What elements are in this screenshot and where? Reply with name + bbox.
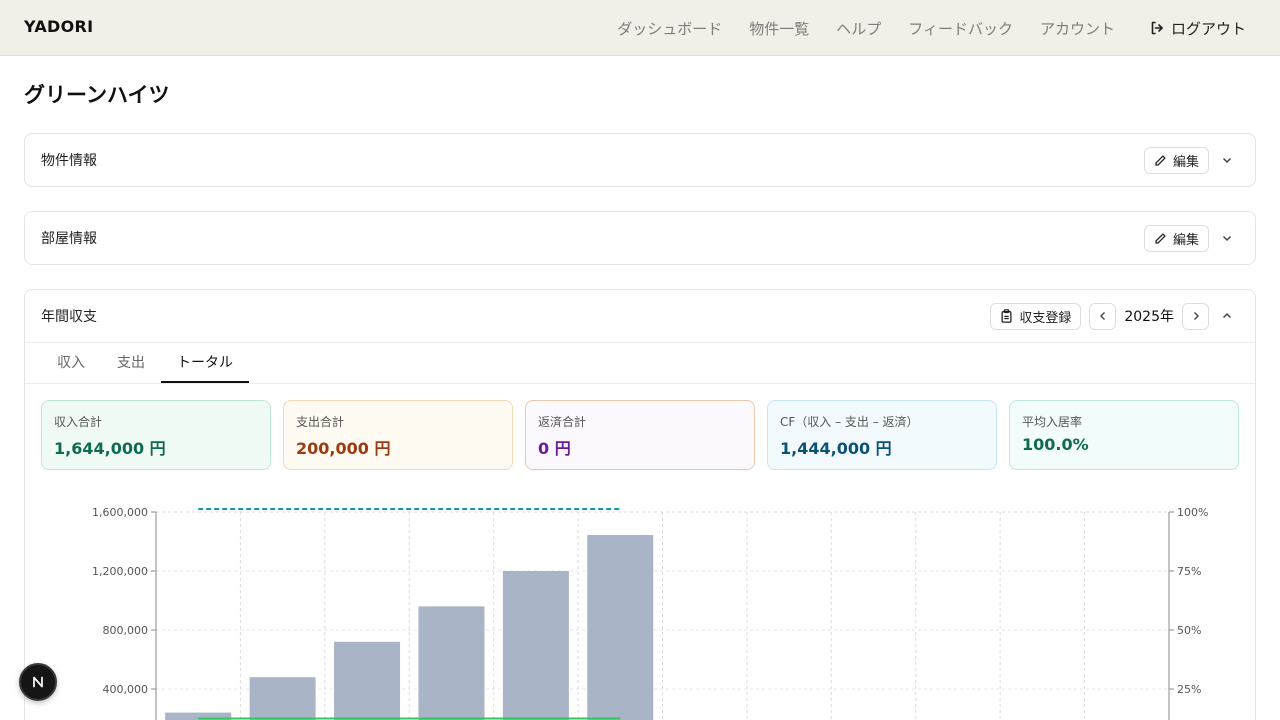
nav-properties[interactable]: 物件一覧 — [749, 18, 809, 39]
chart-bar — [502, 571, 569, 720]
pencil-icon — [1155, 232, 1166, 244]
main-nav: ダッシュボード 物件一覧 ヘルプ フィードバック アカウント ログアウト — [590, 0, 1246, 56]
room-info-header[interactable]: 部屋情報 編集 — [25, 212, 1255, 264]
tab-income[interactable]: 収入 — [41, 343, 101, 383]
stat-value: 1,444,000 円 — [780, 439, 892, 458]
chevron-down-icon[interactable] — [1215, 148, 1239, 172]
tab-expense[interactable]: 支出 — [101, 343, 161, 383]
stat-value: 1,644,000 円 — [54, 439, 166, 458]
stat-label: 返済合計 — [538, 415, 587, 429]
chart-bar — [249, 677, 316, 720]
nav-dashboard[interactable]: ダッシュボード — [617, 18, 722, 39]
nav-account[interactable]: アカウント — [1040, 18, 1115, 39]
stat-occupancy: 平均入居率 100.0% — [1009, 400, 1239, 470]
chart-bar — [418, 606, 485, 720]
balance-chart-svg: 400,000 800,000 1,200,000 1,600,000 25% 50% 75… — [92, 506, 1208, 720]
stat-label: 支出合計 — [296, 415, 345, 429]
year-label: 2025年 — [1124, 309, 1174, 325]
logout-label: ログアウト — [1170, 19, 1246, 38]
clipboard-icon — [1001, 309, 1012, 323]
register-balance-button[interactable]: 収支登録 — [990, 302, 1082, 330]
next-badge-button[interactable] — [19, 663, 57, 701]
stat-value: 0 円 — [538, 439, 571, 458]
page-title: グリーンハイツ — [24, 83, 170, 107]
stat-label: CF（収入 – 支出 – 返済） — [780, 415, 919, 429]
stat-label: 平均入居率 — [1022, 415, 1083, 429]
property-info-header[interactable]: 物件情報 編集 — [25, 134, 1255, 186]
stat-repayment-total: 返済合計 0 円 — [525, 400, 755, 470]
chevron-down-icon[interactable] — [1215, 226, 1239, 250]
stat-income-total: 収入合計 1,644,000 円 — [41, 400, 271, 470]
room-edit-label: 編集 — [1172, 232, 1199, 248]
y-tick-label: 800,000 — [103, 624, 149, 637]
register-balance-label: 収支登録 — [1019, 310, 1072, 326]
logout-button[interactable]: ログアウト — [1149, 18, 1246, 39]
y-tick-label: 1,600,000 — [92, 506, 148, 519]
annual-balance-card: 年間収支 収支登録 2025年 収入 支出 トータル 収入合計 1,644,00… — [24, 289, 1256, 720]
tab-total[interactable]: トータル — [161, 343, 249, 383]
property-info-title: 物件情報 — [41, 153, 97, 169]
annual-balance-title: 年間収支 — [41, 309, 97, 325]
prev-year-button[interactable] — [1089, 302, 1117, 330]
room-info-card: 部屋情報 編集 — [24, 211, 1256, 265]
chevron-right-icon — [1193, 312, 1199, 320]
balance-chart: 400,000 800,000 1,200,000 1,600,000 25% 50% 75… — [41, 490, 1241, 720]
y-tick-label: 400,000 — [103, 683, 149, 696]
property-edit-button[interactable]: 編集 — [1143, 146, 1209, 174]
property-info-card: 物件情報 編集 — [24, 133, 1256, 187]
y2-tick-label: 25% — [1177, 683, 1201, 696]
nav-help[interactable]: ヘルプ — [836, 18, 881, 39]
y2-tick-label: 75% — [1177, 565, 1201, 578]
stat-value: 100.0% — [1022, 435, 1089, 454]
n-logo-icon — [33, 676, 43, 688]
y-tick-label: 1,200,000 — [92, 565, 148, 578]
room-info-title: 部屋情報 — [41, 231, 97, 247]
y2-tick-label: 100% — [1177, 506, 1208, 519]
annual-balance-header: 年間収支 収支登録 2025年 — [25, 290, 1255, 342]
pencil-icon — [1155, 154, 1166, 166]
balance-tabs: 収入 支出 トータル — [25, 342, 1255, 384]
chart-bar — [334, 641, 401, 720]
next-year-button[interactable] — [1182, 302, 1209, 330]
chevron-up-icon[interactable] — [1215, 304, 1239, 328]
chart-bar — [587, 535, 654, 720]
top-navbar: YADORI ダッシュボード 物件一覧 ヘルプ フィードバック アカウント ログ… — [0, 0, 1280, 56]
property-edit-label: 編集 — [1172, 154, 1199, 170]
stat-label: 収入合計 — [54, 415, 103, 429]
summary-stats: 収入合計 1,644,000 円 支出合計 200,000 円 返済合計 0 円… — [25, 384, 1255, 470]
nav-feedback[interactable]: フィードバック — [908, 18, 1013, 39]
brand-logo[interactable]: YADORI — [24, 17, 93, 36]
stat-value: 200,000 円 — [296, 439, 391, 458]
logout-icon — [1151, 21, 1163, 35]
stat-expense-total: 支出合計 200,000 円 — [283, 400, 513, 470]
y2-tick-label: 50% — [1177, 624, 1201, 637]
stat-cashflow: CF（収入 – 支出 – 返済） 1,444,000 円 — [767, 400, 997, 470]
room-edit-button[interactable]: 編集 — [1143, 224, 1209, 252]
chevron-left-icon — [1099, 312, 1105, 320]
